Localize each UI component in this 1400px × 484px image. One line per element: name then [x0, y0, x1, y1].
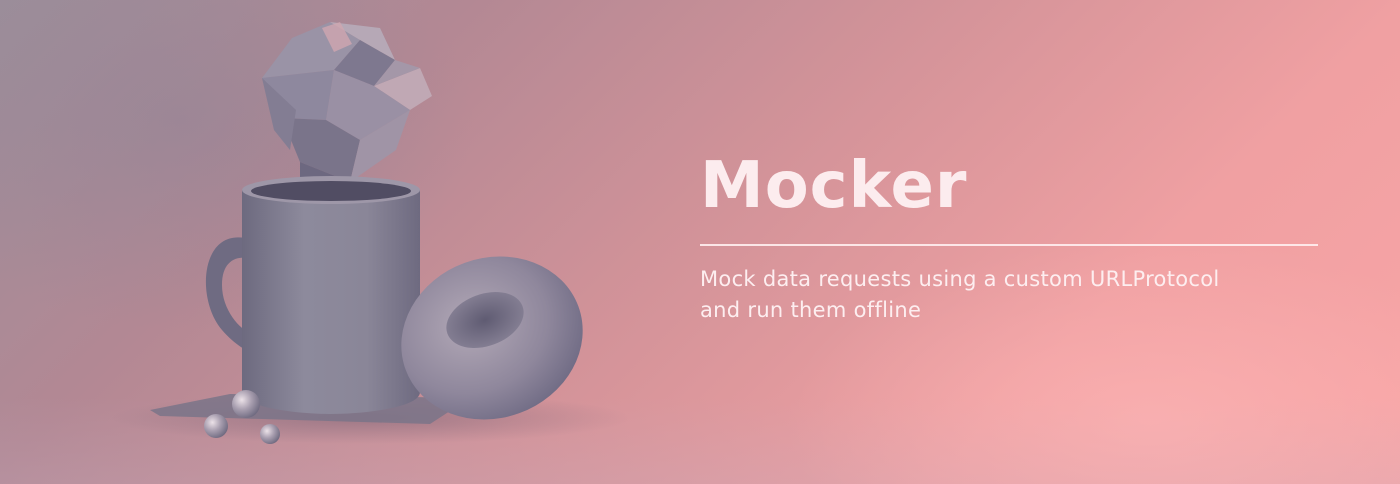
divider [700, 243, 1318, 246]
title-block: Mocker Mock data requests using a custom… [700, 149, 1320, 327]
low-poly-rock [262, 22, 432, 196]
coffee-mug [242, 176, 420, 414]
subtitle-line-2: and run them offline [700, 298, 922, 323]
mug-donut-illustration [110, 22, 630, 444]
hero-banner: Mocker Mock data requests using a custom… [0, 0, 1400, 484]
page-title: Mocker [700, 149, 968, 223]
subtitle-line-1: Mock data requests using a custom URLPro… [700, 266, 1220, 291]
subtitle: Mock data requests using a custom URLPro… [700, 264, 1320, 327]
